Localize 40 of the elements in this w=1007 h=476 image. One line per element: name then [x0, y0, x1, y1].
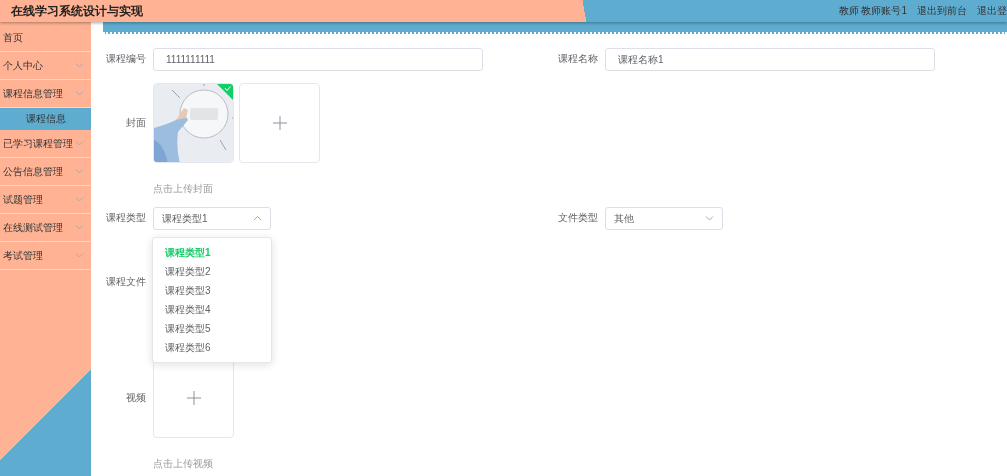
field-label: 课程类型	[105, 211, 146, 225]
upload-hint: 点击上传封面	[153, 183, 213, 195]
sidebar-item[interactable]: 个人中心	[0, 52, 91, 80]
chevron-icon	[75, 140, 84, 147]
chevron-icon	[75, 224, 84, 231]
dropdown-option[interactable]: 课程类型2	[153, 262, 271, 281]
sidebar-item[interactable]: 在线测试管理	[0, 214, 91, 242]
select-field[interactable]: 课程类型1	[153, 207, 271, 230]
chevron-icon	[75, 252, 84, 259]
field-label: 课程名称	[557, 52, 598, 66]
header-link[interactable]: 退出到前台	[917, 4, 967, 18]
app-title: 在线学习系统设计与实现	[11, 2, 143, 20]
sidebar-item[interactable]: 首页	[0, 24, 91, 52]
dropdown-option[interactable]: 课程类型5	[153, 319, 271, 338]
field-label: 课程编号	[105, 52, 146, 66]
chevron-icon	[75, 62, 84, 69]
chevron-icon	[75, 168, 84, 175]
plus-icon	[272, 116, 287, 130]
sidebar-item[interactable]: 已学习课程管理	[0, 130, 91, 158]
sidebar-item[interactable]: 试题管理	[0, 186, 91, 214]
dropdown-option[interactable]: 课程类型3	[153, 281, 271, 300]
sidebar-item[interactable]: 公告信息管理	[0, 158, 91, 186]
header-link[interactable]: 教师 教师账号1	[838, 4, 907, 18]
chevron-icon	[75, 196, 84, 203]
sidebar-subitem[interactable]: 课程信息	[0, 108, 91, 130]
upload-hint: 点击上传视频	[153, 458, 213, 470]
field-label: 封面	[125, 116, 146, 130]
field-label: 课程文件	[105, 275, 146, 289]
dropdown-option[interactable]: 课程类型4	[153, 300, 271, 319]
select-field[interactable]: 其他	[605, 207, 723, 230]
header-link[interactable]: 退出登	[977, 4, 1007, 18]
plus-icon	[186, 391, 201, 405]
dropdown-option[interactable]: 课程类型6	[153, 338, 271, 357]
sidebar-item[interactable]: 考试管理	[0, 242, 91, 270]
chevron-icon	[75, 90, 84, 97]
text-field[interactable]: 课程名称1	[605, 48, 935, 71]
text-field[interactable]: 1111111111	[153, 48, 483, 71]
upload-box[interactable]	[239, 83, 320, 163]
field-label: 视频	[125, 391, 146, 405]
field-label: 文件类型	[557, 211, 598, 225]
